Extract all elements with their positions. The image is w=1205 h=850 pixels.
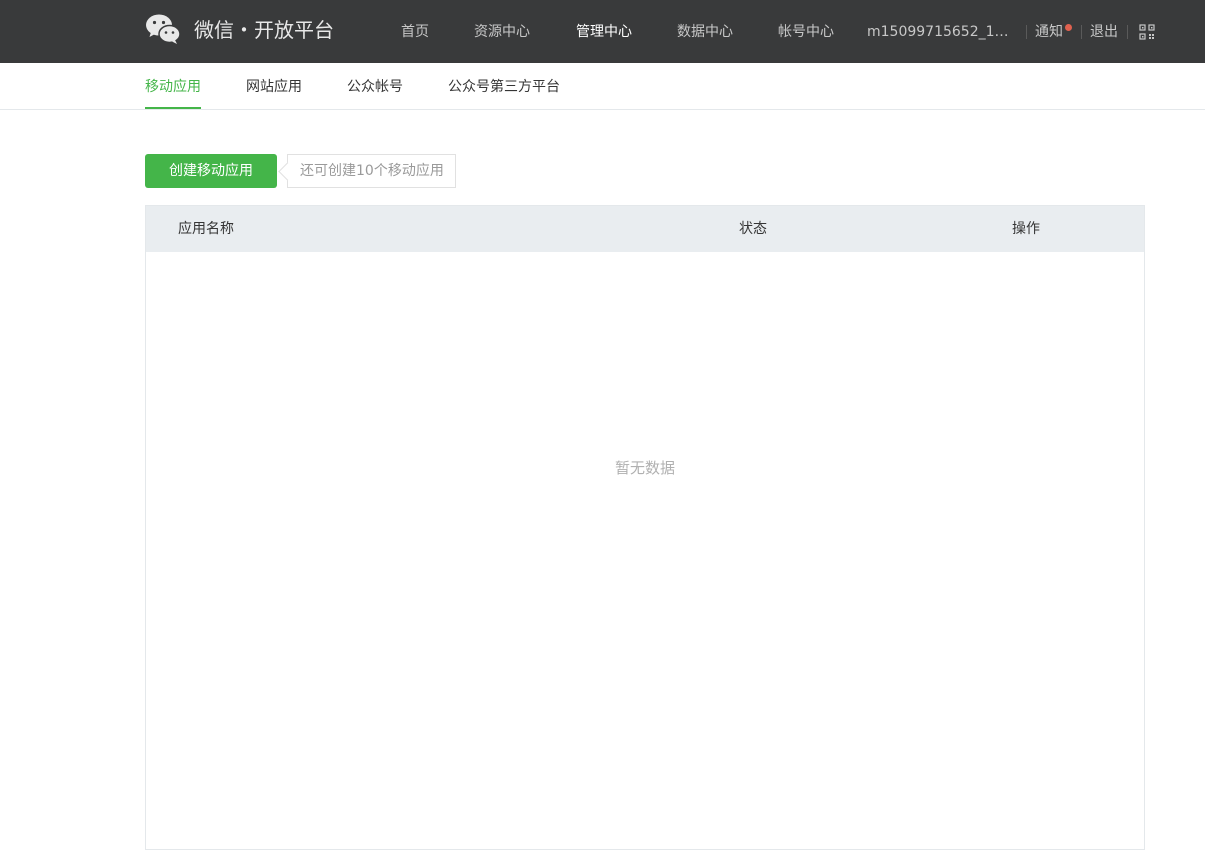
tab-mobile-apps[interactable]: 移动应用	[145, 77, 201, 97]
brand-title[interactable]: 微信・开放平台	[194, 17, 334, 43]
tab-website-apps[interactable]: 网站应用	[246, 77, 302, 97]
nav-resources[interactable]: 资源中心	[474, 22, 530, 42]
account-name[interactable]: m15099715652_1@1...	[867, 22, 1020, 42]
column-actions: 操作	[1012, 221, 1040, 237]
header-divider	[1026, 25, 1027, 39]
apps-table: 应用名称 状态 操作 暂无数据	[145, 205, 1145, 850]
sub-navigation: 移动应用 网站应用 公众帐号 公众号第三方平台	[0, 63, 1205, 110]
nav-data[interactable]: 数据中心	[677, 22, 733, 42]
nav-account-center[interactable]: 帐号中心	[778, 22, 834, 42]
nav-home[interactable]: 首页	[401, 22, 429, 42]
top-header: 微信・开放平台 首页 资源中心 管理中心 数据中心 帐号中心 m15099715…	[0, 0, 1205, 63]
tab-third-party-platform[interactable]: 公众号第三方平台	[448, 77, 560, 97]
logout-link[interactable]: 退出	[1090, 22, 1118, 42]
nav-management[interactable]: 管理中心	[576, 22, 632, 42]
header-divider	[1127, 25, 1128, 39]
tab-official-accounts[interactable]: 公众帐号	[347, 77, 403, 97]
table-header: 应用名称 状态 操作	[146, 206, 1144, 252]
create-mobile-app-button[interactable]: 创建移动应用	[145, 154, 277, 188]
remaining-quota-tip: 还可创建10个移动应用	[287, 154, 456, 188]
qr-code-icon[interactable]	[1139, 24, 1155, 40]
notify-badge-dot	[1065, 24, 1072, 31]
notify-link[interactable]: 通知	[1035, 22, 1063, 42]
active-tab-indicator	[145, 107, 201, 109]
wechat-logo-icon[interactable]	[145, 13, 181, 45]
empty-state-text: 暂无数据	[614, 459, 675, 477]
header-divider	[1081, 25, 1082, 39]
column-app-name: 应用名称	[178, 221, 234, 237]
column-status: 状态	[739, 221, 767, 237]
